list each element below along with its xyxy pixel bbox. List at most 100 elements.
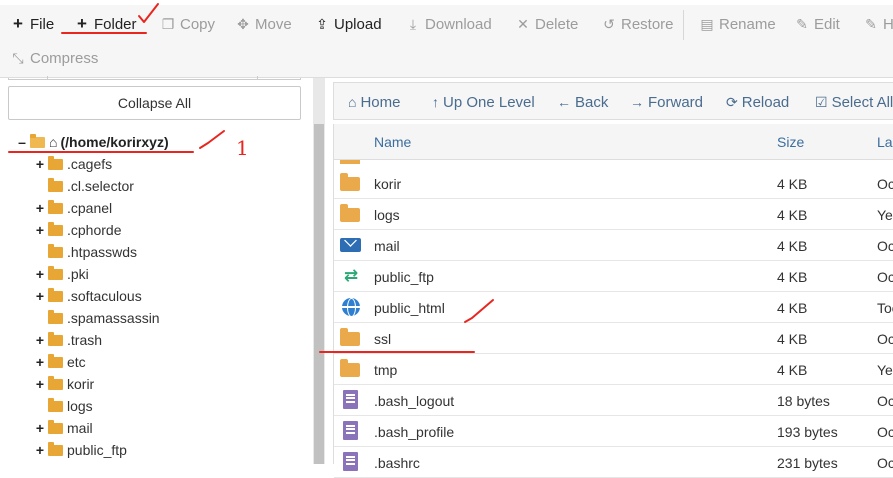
move-label: Move bbox=[255, 15, 292, 33]
move-button[interactable]: ✥ Move bbox=[235, 11, 292, 37]
file-modified-cell: Yes bbox=[877, 206, 893, 223]
reload-button[interactable]: ⟳ Reload bbox=[726, 83, 789, 121]
expand-toggle-icon[interactable]: + bbox=[34, 222, 46, 238]
up-one-level-label: Up One Level bbox=[443, 93, 535, 111]
expand-toggle-icon[interactable]: + bbox=[34, 354, 46, 370]
table-row[interactable]: ⇄ public_ftp 4 KB Oc bbox=[334, 261, 893, 292]
tree-scrollbar[interactable] bbox=[313, 78, 325, 464]
tree-item[interactable]: + korir bbox=[34, 373, 94, 395]
table-row[interactable]: ssl 4 KB Oc bbox=[334, 323, 893, 354]
tree-item-label: mail bbox=[67, 420, 93, 436]
tree-item[interactable]: + .cpanel bbox=[34, 197, 112, 219]
tree-item-label: .cl.selector bbox=[67, 178, 134, 194]
tree-item[interactable]: + public_ftp bbox=[34, 439, 127, 461]
forward-button[interactable]: → Forward bbox=[630, 83, 703, 121]
file-modified-cell: Oc bbox=[877, 454, 893, 471]
restore-button[interactable]: ↺ Restore bbox=[601, 11, 673, 37]
home-button[interactable]: ⌂ Home bbox=[348, 83, 400, 121]
folder-icon bbox=[48, 331, 63, 346]
file-name-cell: ssl bbox=[374, 330, 392, 347]
tree-item[interactable]: logs bbox=[34, 395, 93, 417]
tree-item[interactable]: + .cagefs bbox=[34, 153, 112, 175]
table-row[interactable]: korir 4 KB Oc bbox=[334, 168, 893, 199]
table-row[interactable]: mail 4 KB Oc bbox=[334, 230, 893, 261]
compress-button[interactable]: ⤡ Compress bbox=[10, 45, 98, 71]
select-all-button[interactable]: ☑ Select All bbox=[815, 83, 893, 121]
tree-item[interactable]: + mail bbox=[34, 417, 93, 439]
new-folder-button[interactable]: + Folder bbox=[74, 11, 137, 37]
expand-toggle-icon[interactable]: + bbox=[34, 442, 46, 458]
tree-item[interactable]: + .cphorde bbox=[34, 219, 121, 241]
rename-icon: ▤ bbox=[700, 15, 714, 32]
file-modified-cell: Oc bbox=[877, 237, 893, 254]
table-row[interactable]: .bashrc 231 bytes Oc bbox=[334, 447, 893, 478]
table-row[interactable]: logs 4 KB Yes bbox=[334, 199, 893, 230]
folder-icon bbox=[48, 199, 63, 214]
file-name-cell: korir bbox=[374, 175, 402, 192]
file-size-cell: 4 KB bbox=[777, 299, 808, 316]
file-name-cell: .bashrc bbox=[374, 454, 420, 471]
table-row[interactable]: public_html 4 KB Too bbox=[334, 292, 893, 323]
new-file-button[interactable]: + File bbox=[10, 11, 54, 37]
row-icon-cell bbox=[340, 359, 362, 379]
tree-item[interactable]: + etc bbox=[34, 351, 86, 373]
download-button[interactable]: ⤓ Download bbox=[405, 11, 492, 37]
file-table: Name Size Las korir 4 KB Oc logs 4 KB Yes mail… bbox=[333, 124, 893, 478]
expand-toggle-icon[interactable]: + bbox=[34, 288, 46, 304]
tree-item[interactable]: .cl.selector bbox=[34, 175, 134, 197]
expand-toggle-icon[interactable]: + bbox=[34, 266, 46, 282]
file-modified-cell: Yes bbox=[877, 361, 893, 378]
folder-icon bbox=[340, 204, 360, 222]
up-one-level-button[interactable]: ↑ Up One Level bbox=[432, 83, 535, 121]
expand-toggle-icon[interactable]: + bbox=[34, 200, 46, 216]
table-header: Name Size Las bbox=[334, 124, 893, 160]
file-name-cell: logs bbox=[374, 206, 400, 223]
edit-button[interactable]: ✎ Edit bbox=[794, 11, 840, 37]
plus-icon: + bbox=[77, 14, 87, 33]
rename-button[interactable]: ▤ Rename bbox=[699, 11, 775, 37]
column-name-header[interactable]: Name bbox=[374, 124, 411, 160]
tree-item[interactable]: .htpasswds bbox=[34, 241, 137, 263]
folder-icon bbox=[48, 155, 63, 170]
back-label: Back bbox=[575, 93, 609, 111]
upload-button[interactable]: ⇪ Upload bbox=[314, 11, 381, 37]
expand-toggle-icon[interactable]: + bbox=[34, 332, 46, 348]
folder-icon bbox=[48, 265, 63, 280]
level-up-icon: ↑ bbox=[432, 94, 439, 110]
tree-search-box[interactable] bbox=[8, 76, 301, 80]
folder-icon bbox=[48, 177, 63, 192]
copy-label: Copy bbox=[180, 15, 216, 33]
collapse-toggle-icon[interactable]: – bbox=[16, 134, 28, 150]
tree-item[interactable]: + .trash bbox=[34, 329, 102, 351]
expand-toggle-icon[interactable]: + bbox=[34, 376, 46, 392]
folder-icon bbox=[340, 173, 360, 191]
column-size-header[interactable]: Size bbox=[777, 124, 804, 160]
back-button[interactable]: ← Back bbox=[557, 83, 608, 121]
tree-scrollbar-thumb[interactable] bbox=[314, 124, 324, 464]
upload-icon: ⇪ bbox=[316, 15, 328, 32]
expand-toggle-icon[interactable]: + bbox=[34, 156, 46, 172]
table-row[interactable]: .bash_logout 18 bytes Oc bbox=[334, 385, 893, 416]
tree-item[interactable]: .spamassassin bbox=[34, 307, 160, 329]
delete-button[interactable]: ✕ Delete bbox=[515, 11, 578, 37]
move-icon: ✥ bbox=[237, 15, 249, 32]
row-icon-cell bbox=[340, 235, 362, 255]
expand-toggle-icon[interactable]: + bbox=[34, 420, 46, 436]
file-list-panel: ⌂ Home ↑ Up One Level ← Back → Forward ⟳… bbox=[325, 78, 893, 478]
file-icon bbox=[343, 452, 358, 471]
table-row[interactable]: .bash_profile 193 bytes Oc bbox=[334, 416, 893, 447]
folder-icon bbox=[48, 221, 63, 236]
column-last-modified-header[interactable]: Las bbox=[877, 124, 893, 160]
collapse-all-button[interactable]: Collapse All bbox=[8, 86, 301, 120]
tree-root[interactable]: – ⌂ (/home/korirxyz) bbox=[16, 131, 169, 153]
copy-button[interactable]: ❐ Copy bbox=[160, 11, 215, 37]
file-size-cell: 4 KB bbox=[777, 268, 808, 285]
table-row[interactable]: tmp 4 KB Yes bbox=[334, 354, 893, 385]
download-icon: ⤓ bbox=[409, 15, 417, 32]
tree-item[interactable]: + .softaculous bbox=[34, 285, 142, 307]
row-icon-cell bbox=[340, 204, 362, 224]
tree-item[interactable]: + .pki bbox=[34, 263, 89, 285]
html-editor-button[interactable]: ✎ H bbox=[863, 11, 893, 37]
new-file-label: File bbox=[30, 15, 55, 33]
file-size-cell: 4 KB bbox=[777, 330, 808, 347]
